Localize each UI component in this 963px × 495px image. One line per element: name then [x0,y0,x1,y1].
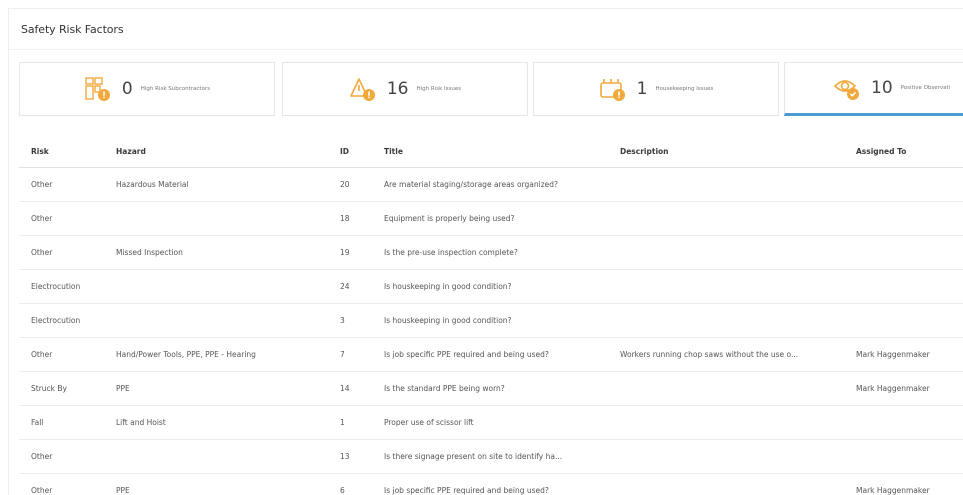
cell-id: 7 [328,337,372,372]
cell-assigned-to: Mark Haggenmaker [844,337,963,372]
table-row[interactable]: Other 18 Equipment is properly being use… [19,201,963,236]
card-value: 1 [636,79,648,99]
cell-risk: Fall [19,405,104,440]
cell-risk: Other [31,486,53,495]
cell-assigned-to: Mark Haggenmaker [856,486,930,495]
cell-title: Is the standard PPE being worn? [372,371,608,406]
cell-title: Equipment is properly being used? [372,201,608,236]
table-row[interactable]: Other Hand/Power Tools, PPE, PPE - Heari… [19,337,963,372]
cell-title: Is job specific PPE required and being u… [384,486,549,495]
column-header-assigned-to[interactable]: Assigned To [844,136,963,168]
cell-description [608,474,844,495]
cell-hazard: PPE [104,371,328,406]
cell-risk: Other [19,337,104,372]
card-value: 16 [386,79,409,99]
card-label: High Risk Issues [416,86,462,92]
table-row[interactable]: Other PPE 6 Is job specific PPE required… [19,474,963,495]
cell-hazard: Hazardous Material [104,167,328,202]
column-header-id[interactable]: ID [328,136,372,168]
table-row[interactable]: Fall Lift and Hoist 1 Proper use of scis… [19,405,963,440]
column-header-title[interactable]: Title [372,136,608,168]
cell-id: 20 [328,167,372,202]
cell-description [608,201,844,236]
cell-description: Workers running chop saws without the us… [608,337,844,372]
eye-icon [833,75,861,101]
card-housekeeping-issues[interactable]: 1 Housekeeping Issues [533,62,779,116]
safety-risk-factors-panel: Safety Risk Factors 0 High Risk Subcontr… [8,8,963,495]
cell-title: Is houskeeping in good condition? [372,269,608,304]
table-row[interactable]: Electrocution 24 Is houskeeping in good … [19,269,963,304]
cell-description [608,439,844,474]
warning-triangle-icon [349,76,377,102]
cell-assigned-to [844,303,963,338]
cell-hazard [104,269,328,304]
cell-risk: Electrocution [19,269,104,304]
cell-title: Proper use of scissor lift [372,405,608,440]
table-row[interactable]: Electrocution 3 Is houskeeping in good c… [19,303,963,338]
cell-risk: Other [19,235,104,270]
cell-id: 14 [328,371,372,406]
cell-id: 1 [328,405,372,440]
panel-title: Safety Risk Factors [21,23,124,36]
cell-description [608,235,844,270]
cell-id: 19 [328,235,372,270]
card-value: 10 [871,78,893,98]
cell-hazard [104,439,328,474]
cell-description [608,269,844,304]
cell-risk: Struck By [19,371,104,406]
card-label: High Risk Subcontractors [140,86,211,92]
cell-id: 24 [328,269,372,304]
summary-cards: 0 High Risk Subcontractors 16 High Risk … [19,62,963,116]
cell-title: Are material staging/storage areas organ… [372,167,608,202]
cell-description [608,371,844,406]
cell-id: 6 [340,486,345,495]
cell-risk: Other [19,201,104,236]
table-row[interactable]: Struck By PPE 14 Is the standard PPE bei… [19,371,963,406]
risk-table: Risk Hazard ID Title Description Assigne… [19,136,963,495]
card-high-risk-issues[interactable]: 16 High Risk Issues [282,62,528,116]
column-header-risk[interactable]: Risk [19,136,104,168]
cell-assigned-to [844,167,963,202]
table-row[interactable]: Other 13 Is there signage present on sit… [19,439,963,474]
cell-title: Is there signage present on site to iden… [372,439,608,474]
column-header-description[interactable]: Description [608,136,844,168]
cell-description [608,167,844,202]
table-header-row: Risk Hazard ID Title Description Assigne… [19,136,963,168]
cell-hazard: Missed Inspection [104,235,328,270]
card-high-risk-subcontractors[interactable]: 0 High Risk Subcontractors [19,62,275,116]
cell-risk: Other [19,167,104,202]
cell-id: 13 [328,439,372,474]
cell-title: Is houskeeping in good condition? [372,303,608,338]
card-value: 0 [121,79,133,99]
cell-assigned-to [844,269,963,304]
cell-id: 18 [328,201,372,236]
card-label: Housekeeping Issues [655,86,714,92]
housekeeping-icon [599,76,627,102]
cell-assigned-to [844,439,963,474]
cell-id: 3 [328,303,372,338]
card-positive-observations[interactable]: 10 Positive Observati [784,62,963,116]
cell-hazard: PPE [116,486,130,495]
cell-title: Is the pre-use inspection complete? [372,235,608,270]
divider [9,49,963,50]
cell-hazard [104,201,328,236]
cell-hazard [104,303,328,338]
table-row[interactable]: Other Missed Inspection 19 Is the pre-us… [19,235,963,270]
cell-hazard: Lift and Hoist [104,405,328,440]
cell-description [608,303,844,338]
table-row[interactable]: Other Hazardous Material 20 Are material… [19,167,963,202]
card-label: Positive Observati [900,85,951,91]
subcontractor-icon [84,76,112,102]
cell-risk: Electrocution [19,303,104,338]
cell-title: Is job specific PPE required and being u… [372,337,608,372]
cell-assigned-to: Mark Haggenmaker [844,371,963,406]
column-header-hazard[interactable]: Hazard [104,136,328,168]
cell-assigned-to [844,235,963,270]
cell-risk: Other [19,439,104,474]
cell-description [608,405,844,440]
cell-assigned-to [844,405,963,440]
cell-assigned-to [844,201,963,236]
cell-hazard: Hand/Power Tools, PPE, PPE - Hearing [104,337,328,372]
